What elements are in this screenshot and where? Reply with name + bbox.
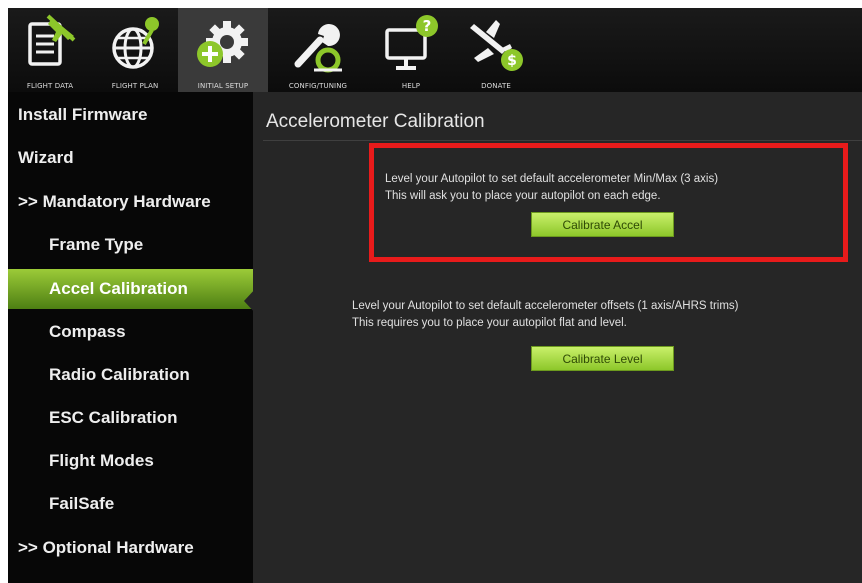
sidebar-item-frame-type[interactable]: Frame Type [8, 225, 294, 265]
config-tuning-icon [288, 14, 348, 81]
sidebar-item-compass[interactable]: Compass [8, 312, 294, 352]
help-icon: ? [381, 14, 441, 81]
mission-planner-window: FLIGHT DATA FLIGHT PLAN INITIAL SETUP CO… [8, 8, 862, 583]
sidebar-item-optional-hardware[interactable]: >> Optional Hardware [8, 528, 263, 568]
sidebar-item-install-firmware[interactable]: Install Firmware [8, 95, 263, 135]
page-title: Accelerometer Calibration [266, 111, 485, 132]
flight-plan-button[interactable]: FLIGHT PLAN [92, 8, 178, 92]
donate-label: DONATE [481, 82, 511, 90]
initial-setup-button[interactable]: INITIAL SETUP [178, 8, 268, 92]
highlight-annotation-box [369, 143, 848, 262]
flight-data-icon [22, 14, 78, 81]
config-tuning-button[interactable]: CONFIG/TUNING [268, 8, 368, 92]
setup-sidebar: Install Firmware Wizard >> Mandatory Har… [8, 92, 294, 583]
sidebar-item-esc-calibration[interactable]: ESC Calibration [8, 398, 294, 438]
sidebar-item-wizard[interactable]: Wizard [8, 138, 263, 178]
donate-button[interactable]: $ DONATE [454, 8, 538, 92]
title-divider [263, 140, 862, 141]
flight-data-label: FLIGHT DATA [26, 82, 74, 90]
initial-setup-label: INITIAL SETUP [197, 82, 249, 90]
flight-data-button[interactable]: FLIGHT DATA [8, 8, 92, 92]
top-toolbar: FLIGHT DATA FLIGHT PLAN INITIAL SETUP CO… [8, 8, 862, 92]
initial-setup-icon [193, 14, 253, 81]
sidebar-item-radio-calibration[interactable]: Radio Calibration [8, 355, 294, 395]
level-description-line2: This requires you to place your autopilo… [352, 317, 627, 329]
donate-icon: $ [466, 14, 526, 81]
level-description-line1: Level your Autopilot to set default acce… [352, 300, 739, 312]
sidebar-item-failsafe[interactable]: FailSafe [8, 484, 294, 524]
flight-plan-icon [107, 14, 163, 81]
flight-plan-label: FLIGHT PLAN [111, 82, 159, 90]
sidebar-item-mandatory-hardware[interactable]: >> Mandatory Hardware [8, 182, 263, 222]
help-label: HELP [401, 82, 421, 90]
config-tuning-label: CONFIG/TUNING [288, 82, 348, 90]
svg-text:$: $ [507, 53, 517, 69]
svg-text:?: ? [423, 17, 432, 35]
help-button[interactable]: ? HELP [368, 8, 454, 92]
sidebar-item-flight-modes[interactable]: Flight Modes [8, 441, 294, 481]
calibrate-level-button[interactable]: Calibrate Level [531, 346, 674, 371]
